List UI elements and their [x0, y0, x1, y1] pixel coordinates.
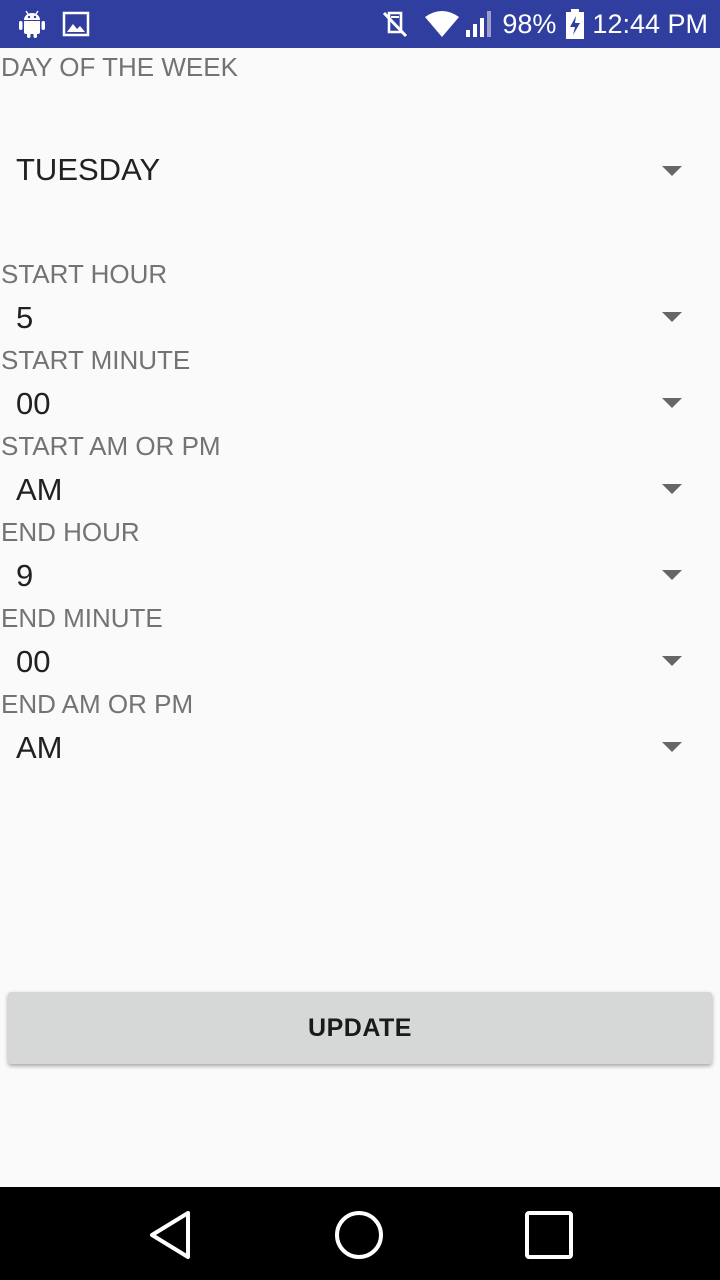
dropdown-arrow-icon: [662, 656, 682, 666]
wifi-icon: [425, 11, 460, 37]
end-ampm-label: END AM OR PM: [1, 689, 194, 719]
home-icon[interactable]: [329, 1205, 389, 1265]
start-minute-label: START MINUTE: [1, 345, 191, 375]
end-hour-value: 9: [16, 558, 34, 593]
end-ampm-spinner[interactable]: AM: [0, 724, 720, 770]
dropdown-arrow-icon: [662, 312, 682, 322]
battery-charging-icon: [566, 9, 585, 39]
end-minute-label: END MINUTE: [1, 603, 163, 633]
day-of-week-value: TUESDAY: [16, 152, 161, 187]
status-bar: 98% 12:44 PM: [0, 0, 720, 48]
battery-percentage: 98%: [502, 8, 557, 39]
signal-icon: [466, 11, 492, 37]
end-hour-label: END HOUR: [1, 517, 140, 547]
start-hour-value: 5: [16, 300, 34, 335]
dropdown-arrow-icon: [662, 484, 682, 494]
update-button[interactable]: UPDATE: [8, 992, 712, 1064]
dropdown-arrow-icon: [662, 742, 682, 752]
dropdown-arrow-icon: [662, 398, 682, 408]
start-hour-spinner[interactable]: 5: [0, 294, 720, 340]
recents-icon[interactable]: [519, 1205, 579, 1265]
end-ampm-value: AM: [16, 730, 63, 765]
start-hour-label: START HOUR: [1, 259, 168, 289]
dropdown-arrow-icon: [662, 570, 682, 580]
end-minute-value: 00: [16, 644, 51, 679]
start-minute-spinner[interactable]: 00: [0, 380, 720, 426]
end-hour-spinner[interactable]: 9: [0, 552, 720, 598]
android-icon: [19, 10, 45, 38]
day-of-week-spinner[interactable]: TUESDAY: [0, 118, 720, 222]
image-icon: [62, 11, 90, 37]
mute-icon: [383, 11, 408, 38]
start-ampm-value: AM: [16, 472, 63, 507]
navigation-bar: [0, 1187, 720, 1280]
status-bar-right-group: 98% 12:44 PM: [380, 0, 708, 48]
back-icon[interactable]: [140, 1205, 200, 1265]
day-of-week-label: DAY OF THE WEEK: [1, 52, 238, 82]
schedule-form: DAY OF THE WEEK TUESDAY START HOUR 5 STA…: [0, 48, 720, 1187]
start-minute-value: 00: [16, 386, 51, 421]
dropdown-arrow-icon: [662, 166, 682, 176]
end-minute-spinner[interactable]: 00: [0, 638, 720, 684]
start-ampm-label: START AM OR PM: [1, 431, 221, 461]
start-ampm-spinner[interactable]: AM: [0, 466, 720, 512]
clock: 12:44 PM: [592, 8, 708, 39]
